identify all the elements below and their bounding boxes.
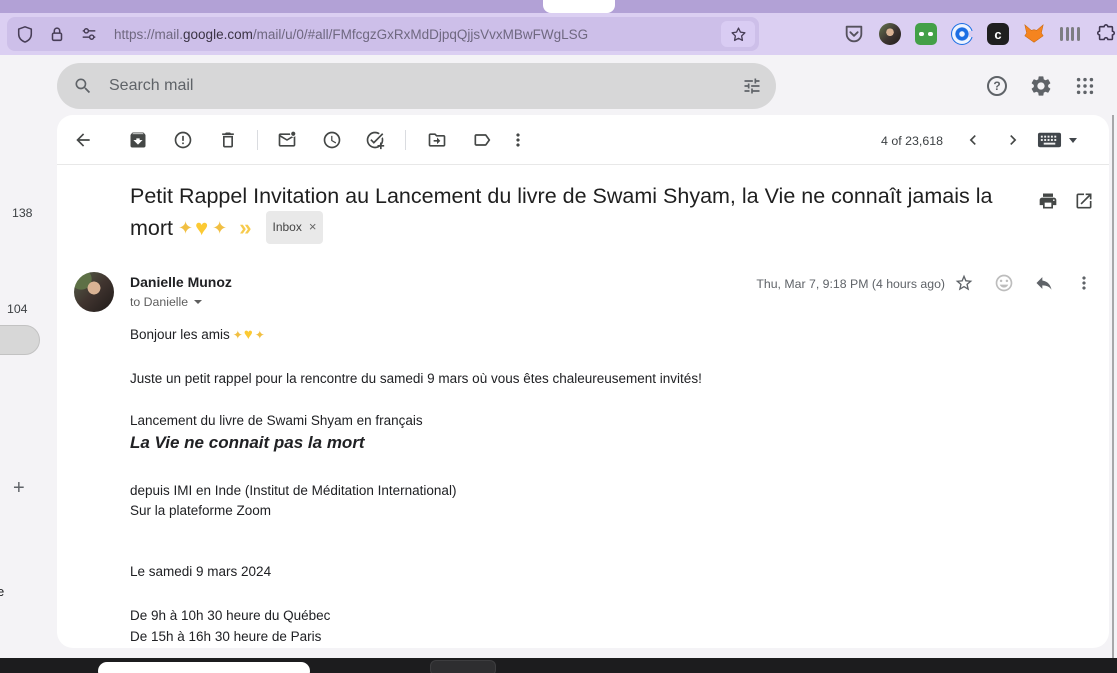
book-title: La Vie ne connait pas la mort xyxy=(130,433,365,453)
body-paragraph: De 9h à 10h 30 heure du Québec xyxy=(130,608,330,623)
browser-tab-bar xyxy=(0,0,1117,13)
input-method-keyboard-button[interactable] xyxy=(1037,130,1077,150)
help-button[interactable]: ? xyxy=(985,74,1009,98)
star-icon xyxy=(730,26,747,43)
move-to-button[interactable] xyxy=(427,130,447,150)
yellow-heart-emoji: ♥ xyxy=(195,213,208,243)
back-arrow-button[interactable] xyxy=(73,130,93,150)
sparkle-emoji: ✦ xyxy=(178,213,193,243)
browser-toolbar: https://mail.google.com/mail/u/0/#all/FM… xyxy=(0,13,1117,55)
subject-line-2: mort xyxy=(130,213,173,243)
taskbar xyxy=(0,658,1117,673)
sparkle-emoji: ✦ xyxy=(212,213,227,243)
metamask-fox-icon[interactable] xyxy=(1023,23,1045,45)
labels-button[interactable] xyxy=(472,130,492,150)
message-toolbar: 4 of 23,618 xyxy=(57,115,1109,165)
yellow-heart-emoji: ♥ xyxy=(244,326,253,343)
permissions-icon[interactable] xyxy=(80,25,98,43)
mark-unread-button[interactable] xyxy=(277,130,297,150)
subject-line-1: Petit Rappel Invitation au Lancement du … xyxy=(130,181,1005,211)
taskbar-button[interactable] xyxy=(430,660,496,673)
email-view-card: 4 of 23,618 Petit Rappel Invitation au L… xyxy=(57,115,1109,648)
url-prefix: https://mail. xyxy=(114,27,183,42)
settings-gear-icon[interactable] xyxy=(1029,74,1053,98)
profile-avatar-icon[interactable] xyxy=(879,23,901,45)
sidebar-pill-fragment[interactable] xyxy=(0,325,40,355)
email-subject: Petit Rappel Invitation au Lancement du … xyxy=(130,181,1005,244)
search-input[interactable]: Search mail xyxy=(57,63,776,109)
message-timestamp: Thu, Mar 7, 9:18 PM (4 hours ago) xyxy=(756,277,945,291)
lock-icon[interactable] xyxy=(48,25,66,43)
sender-name: Danielle Munoz xyxy=(130,274,232,290)
recipient-caret-icon xyxy=(194,300,202,304)
newer-message-button[interactable] xyxy=(963,130,983,150)
reply-button[interactable] xyxy=(1034,273,1054,293)
url-domain: google.com xyxy=(183,27,253,42)
address-bar[interactable]: https://mail.google.com/mail/u/0/#all/FM… xyxy=(7,17,759,51)
body-paragraph: Lancement du livre de Swami Shyam en fra… xyxy=(130,413,423,428)
older-message-button[interactable] xyxy=(1003,130,1023,150)
message-position-count: 4 of 23,618 xyxy=(881,134,943,148)
more-options-button[interactable] xyxy=(508,130,528,150)
url-text: https://mail.google.com/mail/u/0/#all/FM… xyxy=(114,27,721,42)
fence-icon[interactable] xyxy=(1059,23,1081,45)
message-more-button[interactable] xyxy=(1074,273,1094,293)
recipient-dropdown[interactable]: to Danielle xyxy=(130,295,202,309)
search-options-icon[interactable] xyxy=(742,76,762,96)
sender-avatar xyxy=(74,272,114,312)
greeting-text: Bonjour les amis xyxy=(130,327,230,342)
body-paragraph: Juste un petit rappel pour la rencontre … xyxy=(130,371,702,386)
taskbar-white-pill[interactable] xyxy=(98,662,310,673)
body-paragraph: depuis IMI en Inde (Institut de Méditati… xyxy=(130,483,456,498)
inbox-label-chip[interactable]: Inbox × xyxy=(266,211,324,244)
remove-label-icon[interactable]: × xyxy=(309,212,317,242)
emoji-reaction-button[interactable] xyxy=(994,273,1014,293)
c-glyph: c xyxy=(994,27,1001,42)
search-placeholder: Search mail xyxy=(109,77,742,95)
report-spam-button[interactable] xyxy=(173,130,193,150)
dark-c-icon[interactable]: c xyxy=(987,23,1009,45)
body-paragraph: De 15h à 16h 30 heure de Paris xyxy=(130,629,321,644)
pocket-icon[interactable] xyxy=(843,23,865,45)
body-paragraph: Le samedi 9 mars 2024 xyxy=(130,564,271,579)
green-bot-icon[interactable] xyxy=(915,23,937,45)
search-icon xyxy=(73,76,93,96)
add-to-tasks-button[interactable] xyxy=(365,130,385,150)
extension-row: c xyxy=(843,23,1117,45)
body-greeting: Bonjour les amis ✦ ♥ ✦ xyxy=(130,326,265,343)
importance-marker-icon: » xyxy=(239,217,251,239)
scrollbar[interactable] xyxy=(1112,115,1114,658)
question-glyph: ? xyxy=(993,79,1000,93)
blue-ring-icon[interactable] xyxy=(951,23,973,45)
keyboard-icon xyxy=(1037,131,1062,149)
inbox-label-text: Inbox xyxy=(273,212,302,242)
toolbar-divider xyxy=(257,130,258,150)
sparkle-emoji: ✦ xyxy=(255,328,265,342)
body-paragraph: Sur la plateforme Zoom xyxy=(130,503,271,518)
google-apps-grid-icon[interactable] xyxy=(1073,74,1097,98)
archive-button[interactable] xyxy=(128,130,148,150)
sidebar-add-button[interactable]: + xyxy=(13,477,25,500)
print-button[interactable] xyxy=(1038,191,1058,211)
sparkle-emoji: ✦ xyxy=(233,328,243,342)
open-in-new-window-button[interactable] xyxy=(1074,191,1094,211)
sidebar-count-a: 138 xyxy=(12,206,33,220)
active-tab[interactable] xyxy=(543,0,615,13)
bookmark-star-button[interactable] xyxy=(721,21,755,47)
screen: https://mail.google.com/mail/u/0/#all/FM… xyxy=(0,0,1117,673)
toolbar-divider xyxy=(405,130,406,150)
snooze-button[interactable] xyxy=(322,130,342,150)
keyboard-dropdown-caret xyxy=(1069,138,1077,143)
url-path: /mail/u/0/#all/FMfcgzGxRxMdDjpqQjjsVvxMB… xyxy=(253,27,588,42)
shield-icon[interactable] xyxy=(16,25,34,43)
delete-button[interactable] xyxy=(218,130,238,150)
recipient-text: to Danielle xyxy=(130,295,188,309)
puzzle-extensions-icon[interactable] xyxy=(1095,23,1117,45)
sidebar-edge-letter: e xyxy=(0,584,4,599)
sidebar-count-b: 104 xyxy=(7,302,28,316)
star-message-button[interactable] xyxy=(954,273,974,293)
